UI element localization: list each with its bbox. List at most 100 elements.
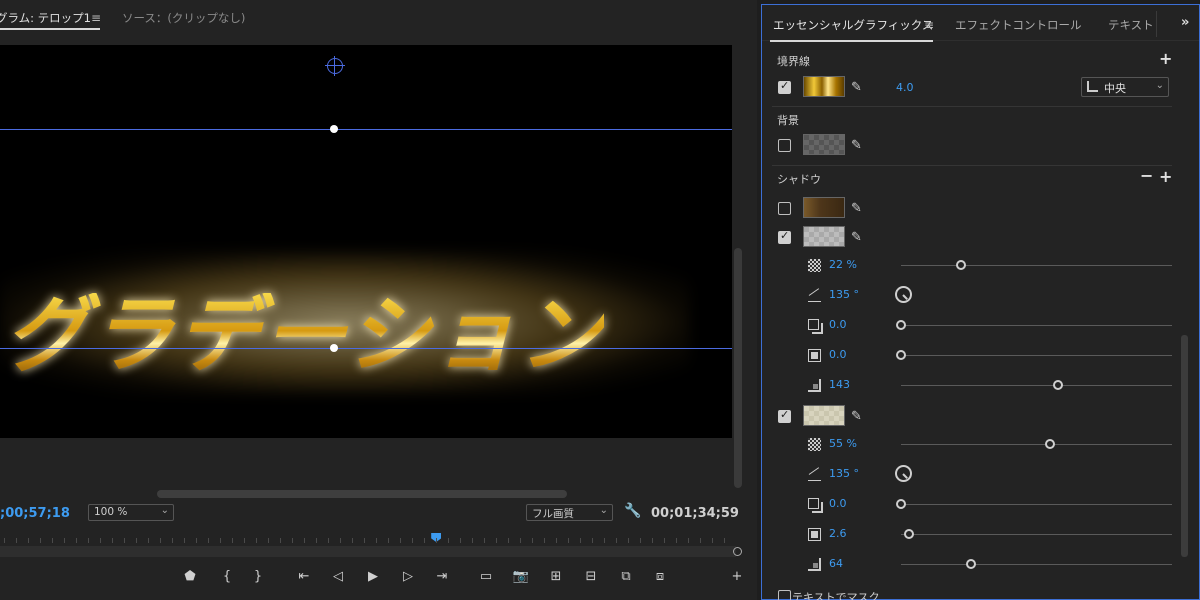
tab-source[interactable]: ソース：(クリップなし)	[122, 10, 245, 26]
playhead-timecode[interactable]: ;00;57;18	[0, 506, 70, 521]
viewer-horizontal-scrollbar[interactable]	[157, 490, 567, 498]
program-viewer[interactable]: グラデーション	[0, 45, 732, 438]
ruler-tick	[640, 538, 641, 543]
tab-effect-controls[interactable]: エフェクトコントロール	[955, 17, 1082, 33]
insert-icon[interactable]: ⧉	[617, 568, 635, 586]
anchor-point-icon[interactable]	[325, 56, 345, 76]
stroke-checkbox[interactable]	[778, 79, 791, 94]
stroke-width-value[interactable]: 4.0	[896, 81, 914, 94]
shadow-opacity-value[interactable]: 55 %	[829, 437, 857, 450]
button-editor-icon[interactable]: +	[728, 568, 746, 586]
mark-in-icon[interactable]: {	[218, 568, 236, 586]
ruler-tick	[604, 538, 605, 543]
playback-resolution-select[interactable]: フル画質 ⌄	[526, 504, 613, 521]
overwrite-icon[interactable]: ⧈	[651, 568, 669, 586]
shadow-blur-value[interactable]: 143	[829, 378, 850, 391]
extract-icon[interactable]: ⊟	[582, 568, 600, 586]
shadow-distance-slider-knob[interactable]	[896, 499, 906, 509]
eyedropper-icon[interactable]: ✎	[851, 81, 865, 95]
ruler-tick	[316, 538, 317, 543]
background-color-swatch[interactable]	[803, 134, 845, 155]
eg-vertical-scrollbar[interactable]	[1181, 335, 1188, 557]
shadow-blur-slider[interactable]	[901, 385, 1172, 386]
ruler-tick	[628, 538, 629, 543]
lift-icon[interactable]: ⊞	[547, 568, 565, 586]
shadow-opacity-slider-knob[interactable]	[955, 260, 966, 270]
more-panels-icon[interactable]: »	[1181, 15, 1189, 30]
shadow-blur-slider[interactable]	[901, 564, 1172, 565]
ruler-tick	[352, 538, 353, 543]
shadow-checkbox[interactable]	[778, 408, 791, 423]
export-frame-icon[interactable]: 📷	[512, 568, 530, 586]
shadow-opacity-slider[interactable]	[901, 265, 1172, 266]
safe-margins-icon[interactable]: ▭	[477, 568, 495, 586]
program-panel-menu-icon[interactable]: ≡	[91, 11, 101, 25]
ruler-tick	[52, 538, 53, 543]
viewer-vertical-scrollbar[interactable]	[734, 248, 742, 488]
shadow-blur-value[interactable]: 64	[829, 557, 843, 570]
ruler-tick	[292, 538, 293, 543]
time-ruler[interactable]	[0, 532, 732, 546]
angle-dial-icon[interactable]	[895, 286, 912, 303]
ruler-tick	[460, 538, 461, 543]
shadow-blur-slider-knob[interactable]	[966, 559, 977, 569]
add-stroke-icon[interactable]: +	[1159, 51, 1172, 67]
text-box-top-handle[interactable]	[330, 125, 338, 133]
shadow-color-swatch[interactable]	[803, 405, 845, 426]
background-checkbox[interactable]	[778, 139, 791, 152]
mask-with-text-checkbox[interactable]	[778, 590, 791, 600]
shadow-size-slider-knob[interactable]	[904, 529, 915, 539]
eyedropper-icon[interactable]: ✎	[851, 202, 865, 216]
zoom-scroll-bar[interactable]	[0, 546, 736, 557]
mark-out-icon[interactable]: }	[249, 568, 267, 586]
tab-program[interactable]: グラム: テロップ1	[0, 10, 91, 26]
text-box-bottom-handle[interactable]	[330, 344, 338, 352]
shadow-size-slider[interactable]	[901, 355, 1172, 356]
go-to-out-icon[interactable]: ⇥	[433, 568, 451, 586]
title-text[interactable]: グラデーション	[4, 293, 604, 377]
shadow-color-swatch[interactable]	[803, 197, 845, 218]
go-to-in-icon[interactable]: ⇤	[295, 568, 313, 586]
eyedropper-icon[interactable]: ✎	[851, 410, 865, 424]
zoom-level-select[interactable]: 100 % ⌄	[88, 504, 174, 521]
stroke-position-select[interactable]: 中央 ⌄	[1081, 77, 1169, 97]
shadow-checkbox[interactable]	[778, 229, 791, 244]
angle-icon	[808, 289, 821, 302]
tab-text[interactable]: テキスト	[1108, 17, 1154, 33]
zoom-bar-end-handle[interactable]	[733, 547, 742, 556]
stroke-position-value: 中央	[1104, 82, 1126, 95]
shadow-size-slider[interactable]	[901, 534, 1172, 535]
shadow-distance-slider-knob[interactable]	[896, 320, 906, 330]
section-divider	[772, 106, 1172, 107]
settings-wrench-icon[interactable]: 🔧	[624, 503, 641, 519]
shadow-blur-slider-knob[interactable]	[1053, 380, 1064, 390]
remove-shadow-icon[interactable]: −	[1140, 168, 1153, 184]
add-marker-icon[interactable]: ⬟	[181, 568, 199, 586]
essential-graphics-panel: エッセンシャルグラフィックス ≡ エフェクトコントロール テキスト » 境界線 …	[761, 4, 1200, 600]
shadow-size-value[interactable]: 2.6	[829, 527, 847, 540]
step-back-icon[interactable]: ◁	[329, 568, 347, 586]
shadow-distance-slider[interactable]	[901, 325, 1172, 326]
ruler-tick	[184, 538, 185, 543]
shadow-distance-slider[interactable]	[901, 504, 1172, 505]
shadow-checkbox[interactable]	[778, 202, 791, 215]
add-shadow-icon[interactable]: +	[1159, 169, 1172, 185]
tab-essential-graphics[interactable]: エッセンシャルグラフィックス	[773, 17, 933, 33]
eyedropper-icon[interactable]: ✎	[851, 139, 865, 153]
shadow-color-swatch[interactable]	[803, 226, 845, 247]
shadow-angle-value[interactable]: 135 °	[829, 467, 859, 480]
shadow-size-value[interactable]: 0.0	[829, 348, 847, 361]
angle-dial-icon[interactable]	[895, 465, 912, 482]
shadow-distance-value[interactable]: 0.0	[829, 318, 847, 331]
stroke-color-swatch[interactable]	[803, 76, 845, 97]
shadow-opacity-slider-knob[interactable]	[1045, 439, 1056, 449]
shadow-size-slider-knob[interactable]	[896, 350, 906, 360]
shadow-opacity-value[interactable]: 22 %	[829, 258, 857, 271]
eyedropper-icon[interactable]: ✎	[851, 231, 865, 245]
shadow-opacity-slider[interactable]	[901, 444, 1172, 445]
step-forward-icon[interactable]: ▷	[399, 568, 417, 586]
play-icon[interactable]: ▶	[364, 568, 382, 586]
shadow-angle-value[interactable]: 135 °	[829, 288, 859, 301]
shadow-distance-value[interactable]: 0.0	[829, 497, 847, 510]
eg-panel-menu-icon[interactable]: ≡	[924, 18, 934, 32]
